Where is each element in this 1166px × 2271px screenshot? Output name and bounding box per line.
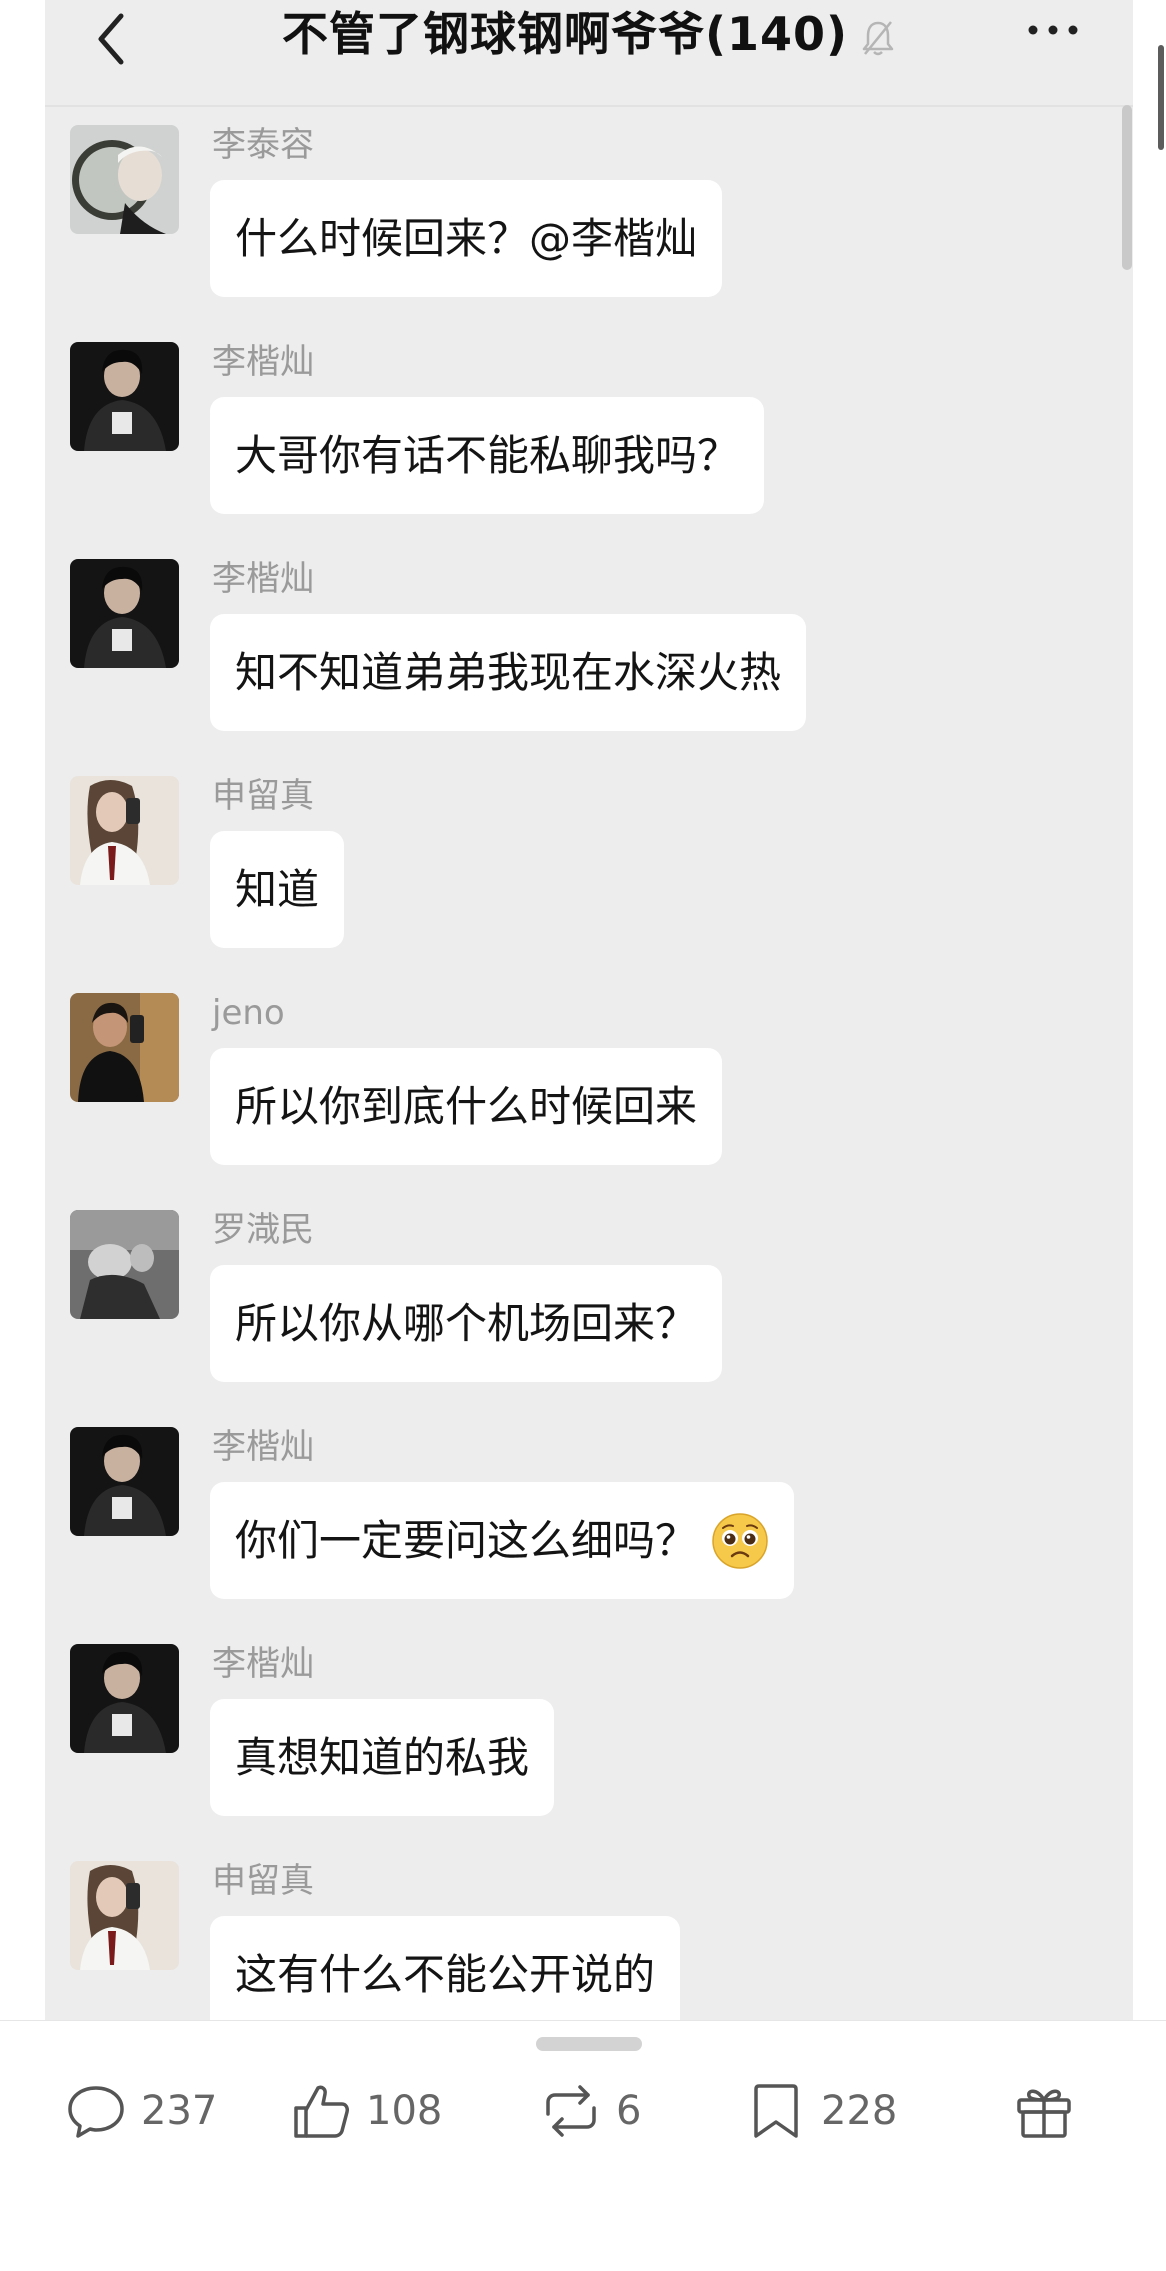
edge-scroll-indicator bbox=[1158, 45, 1164, 150]
avatar-taeyong[interactable] bbox=[70, 125, 179, 234]
sender-name: 李泰容 bbox=[212, 125, 314, 165]
like-button[interactable]: 108 bbox=[290, 2076, 442, 2146]
gift-button[interactable] bbox=[1013, 2076, 1075, 2146]
chat-screenshot: 不管了钢球钢啊爷爷(140) 李泰容 什么时候回来？@李楷灿 李楷灿 大哥你有话… bbox=[45, 0, 1133, 2020]
avatar-haechan[interactable] bbox=[70, 1427, 179, 1536]
favorite-button[interactable]: 228 bbox=[745, 2076, 897, 2146]
message-bubble[interactable]: 知道 bbox=[210, 831, 345, 948]
bookmark-icon bbox=[754, 2084, 798, 2138]
repost-icon bbox=[546, 2085, 596, 2137]
favorite-count: 228 bbox=[821, 2088, 898, 2134]
avatar-jeno[interactable] bbox=[70, 993, 179, 1102]
avatar-haechan[interactable] bbox=[70, 559, 179, 668]
avatar-haechan[interactable] bbox=[70, 1644, 179, 1753]
sender-name: 李楷灿 bbox=[212, 342, 314, 382]
chat-header: 不管了钢球钢啊爷爷(140) bbox=[45, 0, 1133, 107]
repost-count: 6 bbox=[616, 2088, 642, 2134]
sender-name: 李楷灿 bbox=[212, 1427, 314, 1467]
mute-bell-icon bbox=[862, 20, 894, 55]
post-action-bar: 237 108 6 228 bbox=[0, 2020, 1166, 2271]
avatar-haechan[interactable] bbox=[70, 342, 179, 451]
pleading-face-emoji bbox=[712, 1512, 768, 1569]
comment-button[interactable]: 237 bbox=[65, 2076, 217, 2146]
sender-name: 申留真 bbox=[212, 1861, 314, 1901]
chat-title: 不管了钢球钢啊爷爷(140) bbox=[281, 7, 849, 61]
message-bubble[interactable]: 什么时候回来？@李楷灿 bbox=[210, 180, 723, 297]
sender-name: 罗渽民 bbox=[212, 1210, 314, 1250]
message-bubble[interactable]: 真想知道的私我 bbox=[210, 1699, 555, 1816]
sender-name: jeno bbox=[212, 993, 285, 1033]
repost-button[interactable]: 6 bbox=[540, 2076, 641, 2146]
comment-icon bbox=[68, 2086, 124, 2138]
message-bubble[interactable]: 知不知道弟弟我现在水深火热 bbox=[210, 614, 807, 731]
message-bubble[interactable]: 所以你从哪个机场回来？ bbox=[210, 1265, 723, 1382]
drag-handle[interactable] bbox=[536, 2037, 642, 2051]
message-text: 你们一定要问这么细吗？ bbox=[235, 1516, 698, 1565]
like-icon bbox=[294, 2085, 349, 2138]
message-bubble[interactable]: 这有什么不能公开说的 bbox=[210, 1916, 681, 2020]
avatar-ryujin[interactable] bbox=[70, 1861, 179, 1970]
sender-name: 李楷灿 bbox=[212, 559, 314, 599]
message-bubble[interactable]: 所以你到底什么时候回来 bbox=[210, 1048, 723, 1165]
sender-name: 李楷灿 bbox=[212, 1644, 314, 1684]
message-bubble[interactable]: 你们一定要问这么细吗？ bbox=[210, 1482, 795, 1599]
comment-count: 237 bbox=[141, 2088, 218, 2134]
message-bubble[interactable]: 大哥你有话不能私聊我吗？ bbox=[210, 397, 765, 514]
avatar-jaemin[interactable] bbox=[70, 1210, 179, 1319]
more-icon[interactable] bbox=[1023, 10, 1083, 50]
gift-icon bbox=[1017, 2089, 1071, 2138]
chat-title-row: 不管了钢球钢啊爷爷(140) bbox=[45, 0, 1133, 68]
avatar-ryujin[interactable] bbox=[70, 776, 179, 885]
sender-name: 申留真 bbox=[212, 776, 314, 816]
scrollbar[interactable] bbox=[1122, 105, 1132, 270]
like-count: 108 bbox=[366, 2088, 443, 2134]
